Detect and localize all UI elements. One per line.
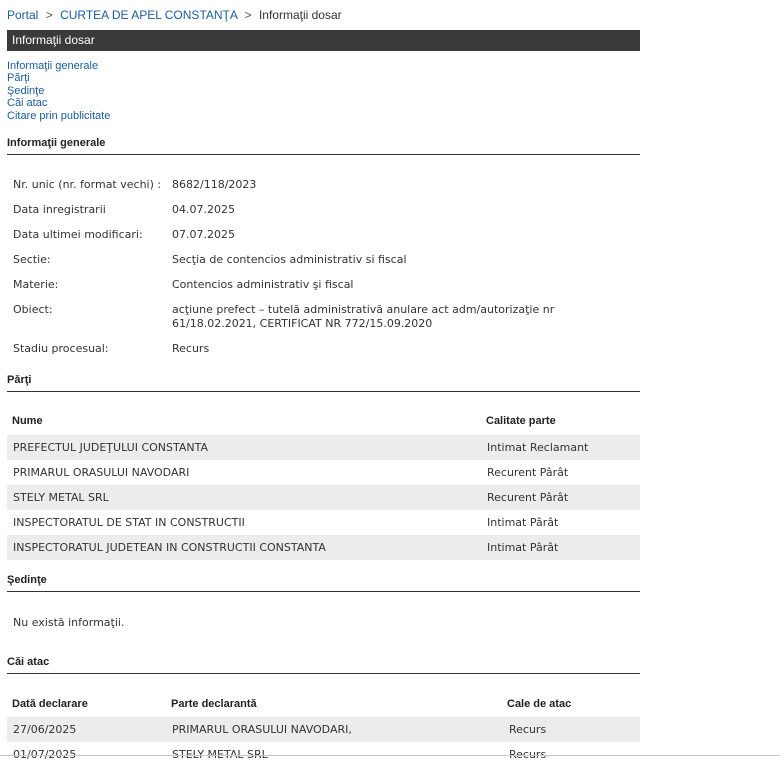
link-sedinte[interactable]: Şedinţe [7, 85, 110, 97]
appeal-type: Recurs [509, 723, 547, 736]
section-heading-cai-atac: Căi atac [7, 656, 640, 674]
table-row: STELY METAL SRL Recurent Pârât [7, 485, 640, 510]
field-value: 8682/118/2023 [172, 178, 257, 191]
link-cai-atac[interactable]: Căi atac [7, 97, 110, 109]
column-header-cale-de-atac: Cale de atac [507, 698, 572, 710]
breadcrumb-separator: > [244, 8, 252, 22]
party-name: PREFECTUL JUDEŢULUI CONSTANTA [13, 441, 208, 454]
field-label: Stadiu procesual: [13, 342, 109, 355]
breadcrumb: Portal > CURTEA DE APEL CONSTANŢA > Info… [7, 8, 342, 22]
column-header-nume: Nume [12, 415, 43, 427]
table-row: 27/06/2025 PRIMARUL ORASULUI NAVODARI, R… [7, 717, 640, 742]
field-value: Recurs [172, 342, 210, 355]
appeal-date: 27/06/2025 [13, 723, 77, 736]
breadcrumb-separator: > [45, 8, 53, 22]
link-informatii-generale[interactable]: Informaţii generale [7, 60, 110, 72]
party-role: Intimat Reclamant [487, 441, 589, 454]
field-value: 07.07.2025 [172, 228, 235, 241]
table-header-cai-atac: Dată declarare Parte declarantă Cale de … [7, 695, 640, 715]
field-label: Data ultimei modificari: [13, 228, 143, 241]
field-value: Contencios administrativ şi fiscal [172, 278, 354, 291]
breadcrumb-current: Informaţii dosar [258, 8, 342, 22]
viewport-edge-divider [0, 755, 780, 756]
section-heading-parti: Părţi [7, 374, 640, 392]
table-header-parti: Nume Calitate parte [7, 412, 640, 432]
link-parti[interactable]: Părţi [7, 72, 110, 84]
field-value: Secţia de contencios administrativ si fi… [172, 253, 407, 266]
section-links: Informaţii generale Părţi Şedinţe Căi at… [7, 60, 110, 122]
field-label: Sectie: [13, 253, 51, 266]
party-name: INSPECTORATUL DE STAT IN CONSTRUCTII [13, 516, 245, 529]
field-label: Materie: [13, 278, 59, 291]
section-heading-sedinte: Şedinţe [7, 574, 640, 592]
breadcrumb-court-link[interactable]: CURTEA DE APEL CONSTANŢA [60, 8, 237, 22]
party-name: INSPECTORATUL JUDETEAN IN CONSTRUCTII CO… [13, 541, 326, 554]
party-name: STELY METAL SRL [13, 491, 109, 504]
table-row: INSPECTORATUL DE STAT IN CONSTRUCTII Int… [7, 510, 640, 535]
field-value: acţiune prefect – tutelă administrativă … [172, 303, 555, 330]
table-row: PRIMARUL ORASULUI NAVODARI Recurent Pârâ… [7, 460, 640, 485]
party-role: Recurent Pârât [487, 466, 569, 479]
party-role: Recurent Pârât [487, 491, 569, 504]
field-label: Data inregistrarii [13, 203, 106, 216]
link-citare-prin-publicitate[interactable]: Citare prin publicitate [7, 110, 110, 122]
page-title: Informaţii dosar [7, 30, 640, 51]
table-row: PREFECTUL JUDEŢULUI CONSTANTA Intimat Re… [7, 435, 640, 460]
party-name: PRIMARUL ORASULUI NAVODARI [13, 466, 190, 479]
party-role: Intimat Pârât [487, 516, 559, 529]
section-heading-general: Informaţii generale [7, 137, 640, 155]
field-label: Nr. unic (nr. format vechi) : [13, 178, 162, 191]
appeal-party: PRIMARUL ORASULUI NAVODARI, [172, 723, 352, 736]
column-header-data-declarare: Dată declarare [12, 698, 88, 710]
empty-message: Nu există informaţii. [13, 616, 125, 629]
table-row: INSPECTORATUL JUDETEAN IN CONSTRUCTII CO… [7, 535, 640, 560]
field-label: Obiect: [13, 303, 53, 316]
field-value: 04.07.2025 [172, 203, 235, 216]
party-role: Intimat Pârât [487, 541, 559, 554]
breadcrumb-portal-link[interactable]: Portal [7, 8, 38, 22]
column-header-parte-declaranta: Parte declarantă [171, 698, 257, 710]
column-header-calitate: Calitate parte [486, 415, 556, 427]
